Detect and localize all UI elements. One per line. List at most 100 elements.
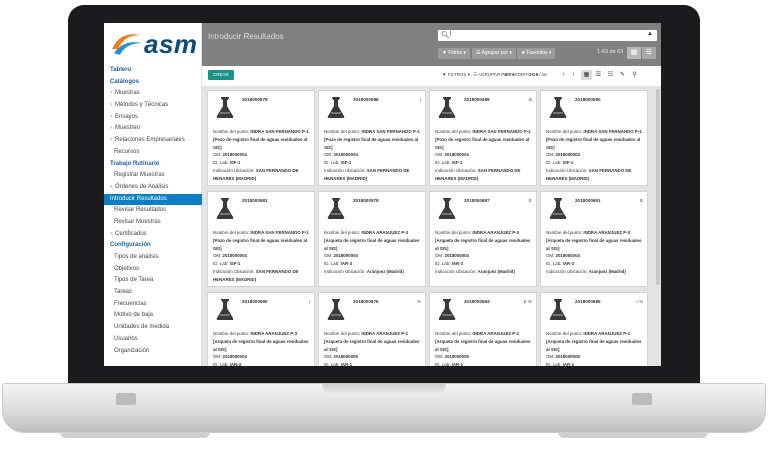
sidebar-menu: TableroCatálogosMuestrasMétodos y Técnic…: [104, 65, 202, 357]
scrollbar[interactable]: [656, 89, 660, 285]
description-value: [Arqueta de registro final de aguas resi…: [213, 338, 309, 352]
edit-icon[interactable]: ✎: [617, 70, 628, 80]
card-tag: B: [528, 97, 532, 102]
om-label: OM:: [324, 354, 333, 360]
location-value: Aranjuez (Madrid): [588, 268, 626, 274]
sidebar-item-6[interactable]: Relaciones Empresariales: [104, 135, 202, 147]
om-value: 2018000005: [444, 354, 469, 360]
laptop-foot-right: [558, 432, 708, 438]
flask-icon: [327, 299, 345, 324]
create-button[interactable]: CREAR: [208, 70, 234, 80]
result-card[interactable]: 2018000579 Nombre del punto: INDRA SAN FE…: [207, 90, 315, 186]
om-label: OM:: [546, 152, 555, 158]
screen: asm TableroCatálogosMuestrasMétodos y Té…: [104, 23, 661, 366]
card-body: Nombre del punto: INDRA ARANJUEZ P-3 [Arq…: [546, 229, 646, 276]
location-pin-icon[interactable]: ⚲: [629, 70, 640, 80]
result-card[interactable]: 2018000578 Nombre del punto: INDRA ARANJU…: [318, 191, 426, 287]
result-card[interactable]: 2018000489 B Nombre del punto: INDRA SAN F…: [429, 90, 537, 186]
flask-icon: [327, 97, 345, 122]
sidebar-item-11[interactable]: Introducir Resultados: [104, 193, 202, 206]
kanban-board: 2018000579 Nombre del punto: INDRA SAN FE…: [202, 86, 661, 366]
list-view-icon[interactable]: ☰: [642, 47, 656, 59]
sidebar-item-5[interactable]: Muestreo: [104, 123, 202, 135]
point-value: INDRA SAN FERNANDO P-1: [472, 129, 531, 134]
sidebar-item-10[interactable]: Órdenes de Análisis: [104, 182, 202, 194]
result-card[interactable]: 2018000576% Nombre del punto: INDRA ARANJ…: [318, 292, 426, 366]
sidebar-item-14[interactable]: Certificados: [104, 229, 202, 241]
sidebar-item-7[interactable]: Recursos: [104, 147, 202, 159]
sample-code: 2018000580: [575, 97, 601, 102]
description-value: [Arqueta de registro final de aguas resi…: [546, 237, 642, 251]
om-label: OM:: [435, 253, 444, 259]
next-page-icon[interactable]: ›: [568, 70, 579, 80]
filters-button[interactable]: ▼ Filtros ▾: [438, 48, 470, 59]
sidebar-item-17[interactable]: Objetivos: [104, 264, 202, 276]
lab-label: ID. Lab:: [213, 261, 229, 267]
sidebar-item-2[interactable]: Muestras: [104, 88, 202, 100]
list-icon[interactable]: ☰: [593, 70, 604, 80]
result-card[interactable]: 2018000691 B Nombre del punto: INDRA ARANJ…: [540, 191, 648, 287]
flask-icon: [549, 299, 567, 324]
sidebar: asm TableroCatálogosMuestrasMétodos y Té…: [104, 23, 202, 366]
result-card[interactable]: 2018000684 E % Nombre del punto: INDRA ARA…: [429, 292, 537, 366]
sidebar-item-4[interactable]: Ensayos: [104, 112, 202, 124]
om-value: 2018000004: [555, 253, 580, 259]
sidebar-item-0[interactable]: Tablero: [104, 65, 202, 77]
sample-code: 2018000576: [353, 299, 379, 304]
sidebar-item-3[interactable]: Métodos y Técnicas: [104, 100, 202, 112]
point-label: Nombre del punto:: [435, 230, 472, 235]
point-label: Nombre del punto:: [435, 129, 472, 134]
result-card[interactable]: 2018000690 I Nombre del punto: INDRA ARANJ…: [207, 292, 315, 366]
card-body: Nombre del punto: INDRA SAN FERNANDO P-1…: [213, 229, 313, 284]
sample-code: 2018000579: [242, 97, 268, 102]
group-by-button[interactable]: ☰ Agrupar por ▾: [472, 48, 516, 59]
sidebar-item-15[interactable]: Configuración: [104, 240, 202, 252]
favorites-button[interactable]: ★ Favoritos ▾: [517, 48, 556, 59]
result-card[interactable]: 2018000581 Nombre del punto: INDRA SAN FE…: [207, 191, 315, 287]
sidebar-item-22[interactable]: Unidades de medida: [104, 322, 202, 334]
result-card[interactable]: 2018000685 I % Nombre del punto: INDRA ARA…: [540, 292, 648, 366]
result-card[interactable]: 2018000687 E Nombre del punto: INDRA ARANJ…: [429, 191, 537, 287]
sidebar-item-9[interactable]: Registrar Muestras: [104, 170, 202, 182]
lab-label: ID. Lab:: [546, 362, 562, 366]
sidebar-item-13[interactable]: Revisar Muestras: [104, 217, 202, 229]
result-card[interactable]: 2018000588 I Nombre del punto: INDRA SAN F…: [318, 90, 426, 186]
sidebar-item-23[interactable]: Usuarios: [104, 334, 202, 346]
result-card[interactable]: 2018000580 Nombre del punto: INDRA SAN FE…: [540, 90, 648, 186]
sidebar-item-19[interactable]: Tareas: [104, 287, 202, 299]
sidebar-item-1[interactable]: Catálogos: [104, 77, 202, 89]
sidebar-item-16[interactable]: Tipos de análisis: [104, 252, 202, 264]
lab-value: IAR-3: [340, 261, 353, 267]
sidebar-item-24[interactable]: Organización: [104, 346, 202, 358]
description-value: [Pozo de registro final de aguas residua…: [435, 136, 530, 150]
om-value: 2018000005: [555, 354, 580, 360]
card-tag: E: [528, 198, 532, 203]
point-label: Nombre del punto:: [546, 230, 583, 235]
point-value: INDRA SAN FERNANDO P-1: [361, 129, 420, 134]
lab-label: ID. Lab:: [324, 261, 340, 267]
filters-dropdown[interactable]: ▼ FILTROS ▾: [442, 72, 470, 78]
search-input[interactable]: 🔍︎ | ▲: [438, 30, 657, 41]
flask-icon: [549, 97, 567, 122]
card-tag: I: [419, 97, 421, 102]
card-body: Nombre del punto: INDRA SAN FERNANDO P-1…: [324, 128, 424, 183]
sidebar-item-21[interactable]: Motivo de baja: [104, 310, 202, 322]
lab-label: ID. Lab:: [213, 362, 229, 366]
sidebar-item-20[interactable]: Frecuencias: [104, 299, 202, 311]
kanban-grid-icon[interactable]: ▦: [581, 70, 592, 80]
point-value: INDRA SAN FERNANDO P-1: [250, 129, 309, 134]
location-label: Indicación Ubicación:: [546, 268, 588, 274]
calendar-icon[interactable]: ☷: [605, 70, 616, 80]
flask-icon: [216, 97, 234, 122]
laptop-hinge-left: [116, 393, 136, 405]
top-pager: 1-63 de 63: [597, 49, 624, 55]
flask-icon: [438, 97, 456, 122]
search-expand-icon[interactable]: ▲: [647, 31, 653, 37]
sidebar-item-8[interactable]: Trabajo Rutinario: [104, 159, 202, 171]
point-value: INDRA ARANJUEZ P-3: [361, 230, 409, 235]
sidebar-item-18[interactable]: Tipos de Tarea: [104, 275, 202, 287]
flask-icon: [549, 198, 567, 223]
kanban-view-icon[interactable]: ▦: [627, 47, 641, 59]
lab-value: ISF-1: [229, 160, 241, 166]
sidebar-item-12[interactable]: Revisar Resultados: [104, 205, 202, 217]
